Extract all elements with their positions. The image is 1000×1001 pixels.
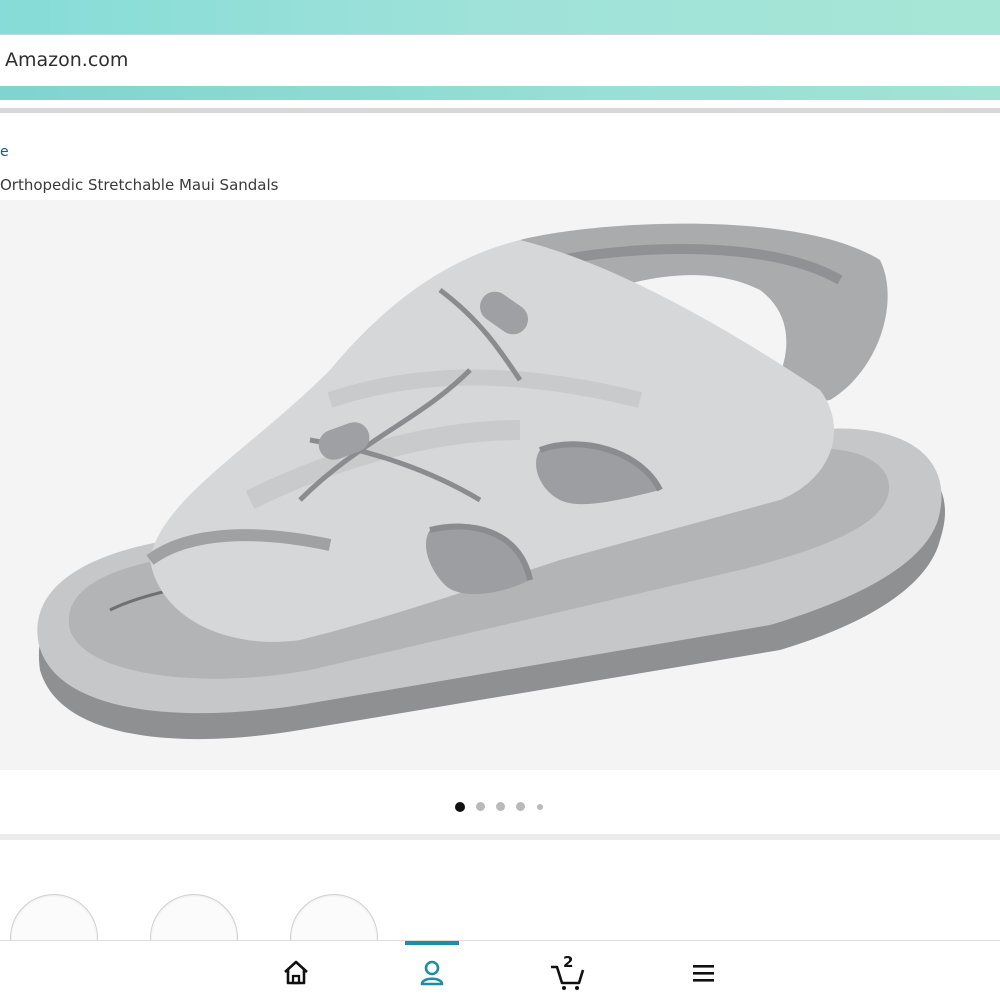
cart-count-badge: 2: [563, 953, 574, 971]
product-image[interactable]: [0, 200, 1000, 770]
sandal-image: [37, 223, 946, 740]
carousel-dot-3[interactable]: [496, 802, 505, 811]
carousel-indicator[interactable]: [0, 802, 1000, 814]
carousel-dot-5[interactable]: [537, 804, 543, 810]
nav-active-indicator: [405, 941, 459, 945]
address-bar[interactable]: Amazon.com: [0, 34, 1000, 87]
product-title: Orthopedic Stretchable Maui Sandals: [0, 176, 279, 194]
address-bar-accent: [0, 86, 1000, 100]
divider: [0, 108, 1000, 113]
carousel-dot-4[interactable]: [516, 802, 525, 811]
account-icon: [420, 960, 444, 986]
menu-icon: [693, 965, 714, 982]
nav-home[interactable]: [276, 953, 316, 993]
bottom-nav: 2: [0, 940, 1000, 1001]
nav-menu[interactable]: [683, 953, 723, 993]
nav-cart[interactable]: 2: [547, 953, 587, 993]
nav-account[interactable]: [412, 953, 452, 993]
address-text: Amazon.com: [5, 49, 129, 71]
home-icon: [284, 960, 308, 985]
section-divider: [0, 834, 1000, 840]
carousel-dot-2[interactable]: [476, 802, 485, 811]
brand-link[interactable]: e: [0, 144, 9, 160]
carousel-dot-1[interactable]: [455, 802, 465, 812]
browser-top-band: [0, 0, 1000, 34]
